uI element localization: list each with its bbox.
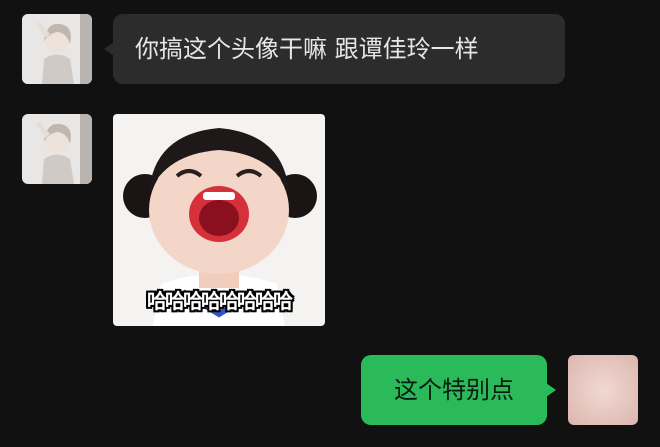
contact-avatar[interactable] bbox=[22, 14, 92, 84]
incoming-message-bubble[interactable]: 你搞这个头像干嘛 跟谭佳玲一样 bbox=[104, 14, 565, 84]
my-avatar[interactable] bbox=[568, 355, 638, 425]
sticker-image[interactable]: 哈哈哈哈哈哈哈哈 bbox=[113, 114, 325, 326]
sticker-caption: 哈哈哈哈哈哈哈哈 bbox=[147, 289, 293, 313]
incoming-message-text: 你搞这个头像干嘛 跟谭佳玲一样 bbox=[135, 35, 479, 63]
contact-avatar-photo bbox=[22, 114, 92, 184]
contact-avatar-photo bbox=[22, 14, 92, 84]
contact-avatar[interactable] bbox=[22, 114, 92, 184]
outgoing-message-bubble[interactable]: 这个特别点 bbox=[361, 355, 556, 425]
my-avatar-photo bbox=[568, 355, 638, 425]
outgoing-message-text: 这个特别点 bbox=[394, 376, 514, 404]
